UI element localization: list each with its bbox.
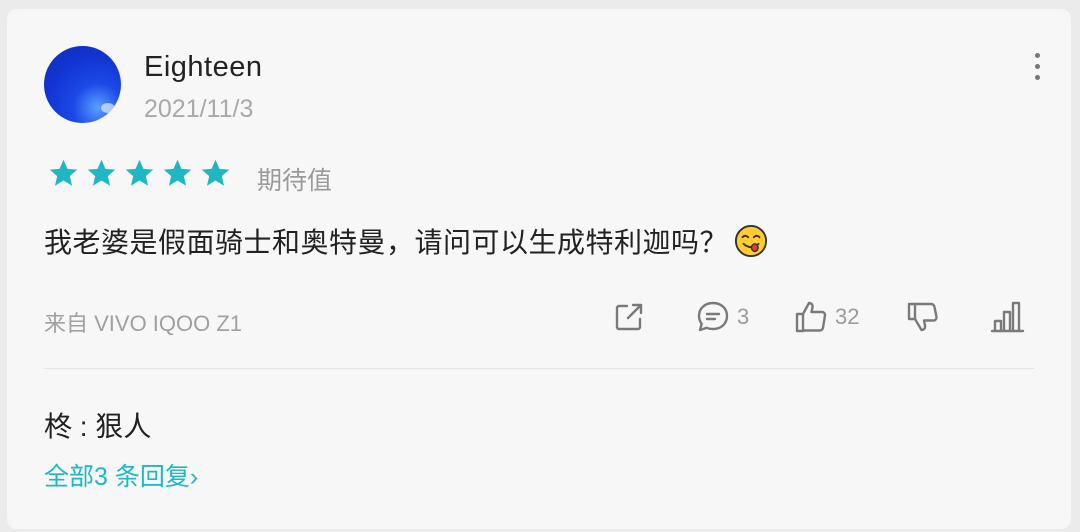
star-rating: [47, 157, 232, 190]
share-icon: [615, 303, 643, 331]
username[interactable]: Eighteen: [144, 51, 263, 84]
thumbs-up-icon: [795, 301, 827, 333]
stats-button[interactable]: [989, 299, 1025, 335]
star-icon: [49, 159, 78, 186]
chevron-right-icon: ›: [189, 463, 199, 491]
comment-body: 我老婆是假面骑士和奥特曼，请问可以生成特利迦吗？: [44, 227, 729, 258]
reply-preview[interactable]: 柊 : 狠人: [44, 405, 151, 445]
dislike-button[interactable]: [905, 299, 941, 335]
yum-face-emoji-icon: [734, 224, 768, 258]
more-dot-icon: [1034, 75, 1040, 80]
thumbs-down-icon: [907, 302, 938, 332]
star-icon: [87, 159, 116, 186]
action-bar: 3 32: [7, 299, 1071, 339]
divider: [44, 368, 1034, 369]
bar-chart-icon: [990, 301, 1025, 333]
comment-count: 3: [737, 304, 750, 329]
avatar-cloud: [101, 103, 115, 113]
rating-label: 期待值: [257, 167, 333, 195]
comment-text: 我老婆是假面骑士和奥特曼，请问可以生成特利迦吗？: [44, 221, 768, 261]
like-count: 32: [835, 304, 860, 329]
comment-card: Eighteen 2021/11/3 期待值 我老婆是假面骑士和奥特曼，请问可以…: [7, 9, 1071, 529]
post-date: 2021/11/3: [144, 95, 254, 123]
view-all-replies-link[interactable]: 全部3 条回复›: [44, 457, 198, 493]
share-button[interactable]: [611, 299, 647, 335]
like-button[interactable]: 32: [793, 299, 859, 335]
comment-button[interactable]: 3: [695, 299, 749, 335]
view-all-replies-label: 全部3 条回复: [44, 463, 190, 491]
avatar[interactable]: [44, 46, 121, 123]
star-icon: [201, 159, 230, 186]
star-icon: [163, 159, 192, 186]
comment-icon: [697, 301, 729, 332]
more-dot-icon: [1034, 64, 1040, 69]
star-icon: [125, 159, 154, 186]
more-options-button[interactable]: [1030, 53, 1044, 81]
more-dot-icon: [1034, 53, 1040, 58]
